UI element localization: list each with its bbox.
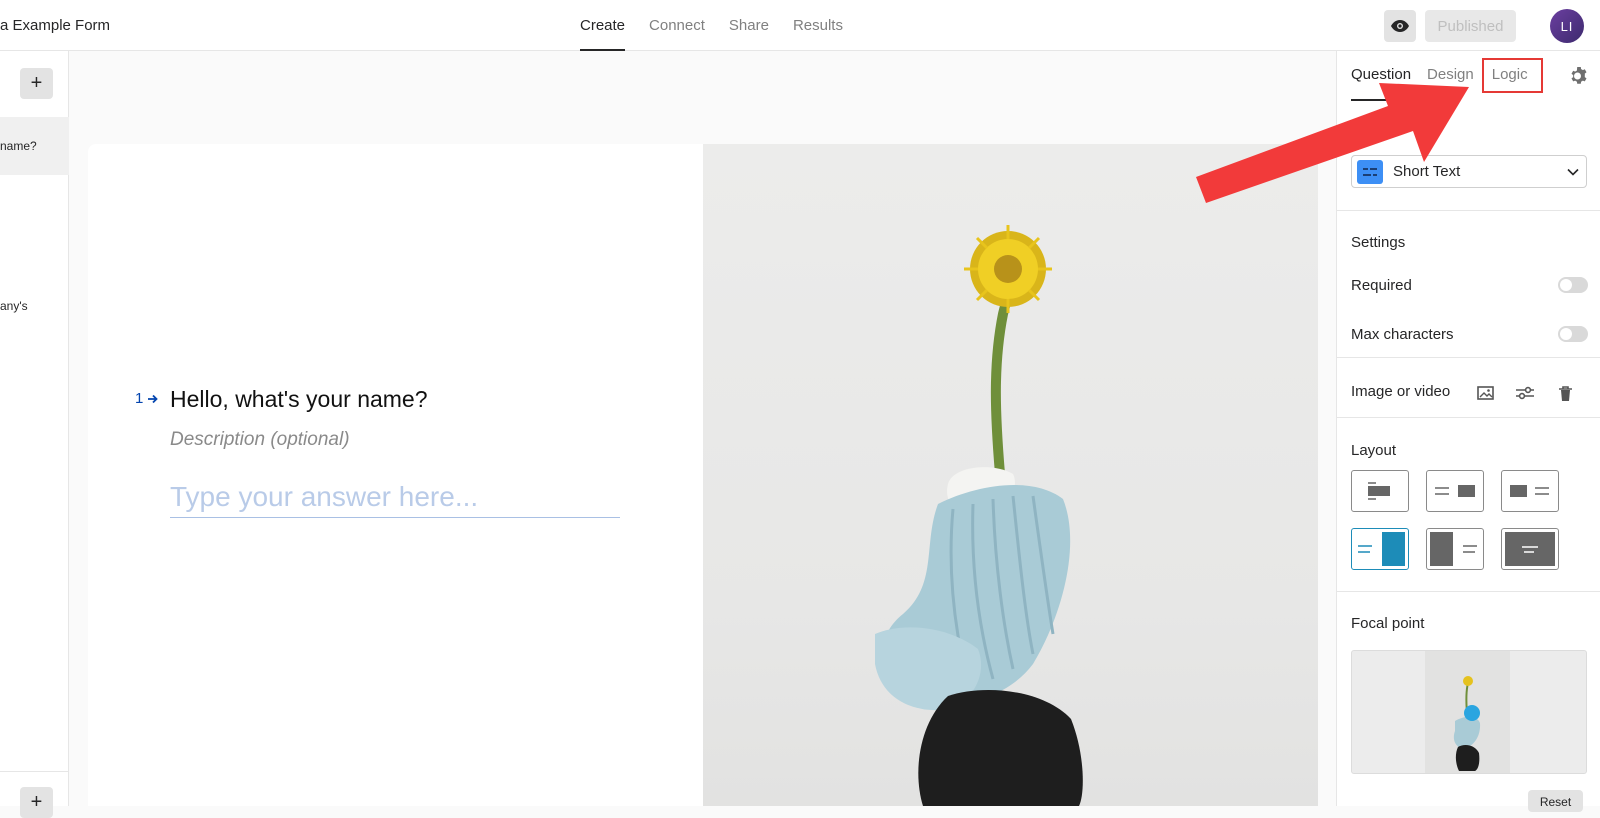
tab-question[interactable]: Question bbox=[1351, 51, 1412, 101]
layout-option-right-small[interactable] bbox=[1426, 470, 1484, 512]
question-description[interactable]: Description (optional) bbox=[170, 429, 350, 451]
question-list-sidebar: + name? any's + bbox=[0, 51, 69, 818]
settings-heading: Settings bbox=[1351, 234, 1406, 251]
question-image[interactable] bbox=[703, 144, 1318, 806]
question-card: 1 Hello, what's your name? Description (… bbox=[88, 144, 1318, 806]
add-ending-button[interactable]: + bbox=[20, 787, 53, 818]
tab-results[interactable]: Results bbox=[781, 0, 855, 51]
question-type-select[interactable]: Short Text bbox=[1351, 155, 1587, 188]
layout-option-left-small[interactable] bbox=[1501, 470, 1559, 512]
required-toggle[interactable] bbox=[1558, 277, 1588, 293]
short-text-icon bbox=[1357, 159, 1383, 184]
focal-point-picker[interactable] bbox=[1351, 650, 1587, 774]
answer-input[interactable] bbox=[170, 476, 620, 518]
question-list-item[interactable]: name? bbox=[0, 117, 69, 175]
question-number-text: 1 bbox=[135, 390, 144, 407]
layout-option-split-right[interactable] bbox=[1351, 528, 1409, 570]
max-characters-label: Max characters bbox=[1351, 326, 1454, 343]
max-characters-toggle[interactable] bbox=[1558, 326, 1588, 342]
form-title[interactable]: a Example Form bbox=[0, 17, 110, 34]
sliders-icon[interactable] bbox=[1514, 382, 1536, 404]
layout-heading: Layout bbox=[1351, 442, 1397, 459]
chevron-down-icon bbox=[1560, 163, 1586, 181]
question-number: 1 bbox=[135, 390, 159, 407]
publish-button[interactable]: Published bbox=[1425, 10, 1516, 42]
trash-icon[interactable] bbox=[1554, 382, 1576, 404]
main-tabs: Create Connect Share Results bbox=[568, 0, 855, 51]
required-label: Required bbox=[1351, 277, 1412, 294]
question-title[interactable]: Hello, what's your name? bbox=[170, 386, 428, 413]
tab-share[interactable]: Share bbox=[717, 0, 781, 51]
layout-option-split-left[interactable] bbox=[1426, 528, 1484, 570]
panel-divider bbox=[1337, 417, 1600, 418]
eye-icon bbox=[1391, 20, 1409, 32]
sidebar-divider bbox=[0, 771, 69, 772]
focal-point-marker[interactable] bbox=[1464, 705, 1480, 721]
top-bar: a Example Form Create Connect Share Resu… bbox=[0, 0, 1600, 51]
layout-option-stack[interactable] bbox=[1351, 470, 1409, 512]
tab-design[interactable]: Design bbox=[1427, 51, 1474, 101]
avatar[interactable]: LI bbox=[1550, 9, 1584, 43]
add-question-button[interactable]: + bbox=[20, 68, 53, 99]
tab-create[interactable]: Create bbox=[568, 0, 637, 51]
question-settings-panel: Question Design Logic Short Text Setting… bbox=[1336, 51, 1600, 812]
sculpture-flower-image bbox=[875, 225, 1083, 806]
preview-button[interactable] bbox=[1384, 10, 1416, 42]
logic-highlight-box bbox=[1482, 58, 1543, 93]
panel-divider bbox=[1337, 210, 1600, 211]
focal-point-heading: Focal point bbox=[1351, 615, 1425, 632]
panel-divider bbox=[1337, 357, 1600, 358]
gear-icon[interactable] bbox=[1569, 66, 1589, 86]
question-type-label: Short Text bbox=[1393, 163, 1461, 180]
layout-option-wallpaper[interactable] bbox=[1501, 528, 1559, 570]
tab-connect[interactable]: Connect bbox=[637, 0, 717, 51]
reset-button[interactable]: Reset bbox=[1528, 790, 1583, 812]
image-or-video-label: Image or video bbox=[1351, 383, 1451, 400]
panel-divider bbox=[1337, 591, 1600, 592]
image-icon[interactable] bbox=[1474, 382, 1496, 404]
arrow-right-icon bbox=[147, 394, 158, 404]
question-list-item[interactable]: any's bbox=[0, 299, 69, 313]
